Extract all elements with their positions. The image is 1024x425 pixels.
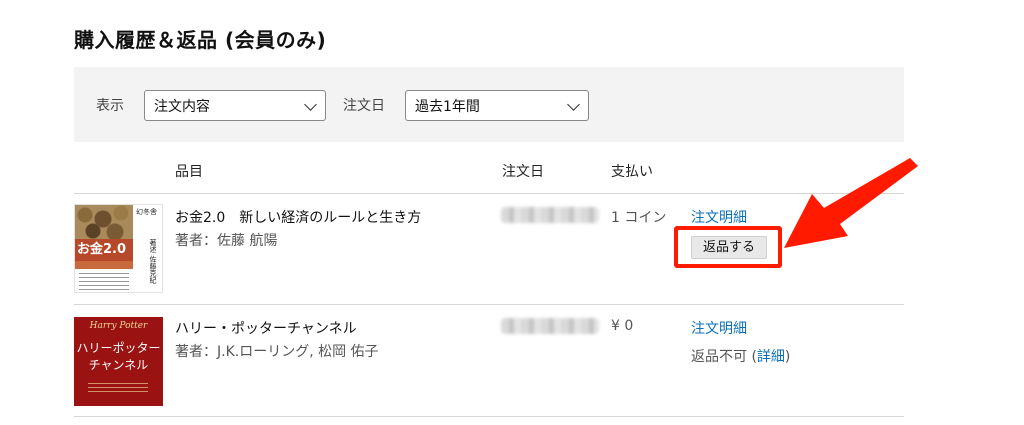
page-title: 購入履歴＆返品 (会員のみ) bbox=[74, 28, 327, 52]
book-cover-harry-potter[interactable]: Harry Potter ハリーポッター チャンネル bbox=[74, 317, 163, 406]
chevron-down-icon bbox=[304, 98, 317, 111]
order-detail-link[interactable]: 注文明細 bbox=[691, 318, 747, 338]
chevron-down-icon bbox=[567, 98, 580, 111]
cover-coins bbox=[75, 205, 133, 239]
return-status-close: ) bbox=[784, 349, 791, 365]
divider bbox=[74, 416, 904, 417]
order-date-redacted bbox=[501, 207, 599, 223]
item-author: 著者：佐藤 航陽 bbox=[175, 233, 278, 249]
header-item: 品目 bbox=[175, 164, 203, 180]
divider bbox=[74, 304, 904, 305]
cover-title-band: お金2.0 bbox=[75, 239, 133, 261]
header-order-date: 注文日 bbox=[502, 164, 544, 180]
cover-text-lines bbox=[79, 273, 129, 291]
cover-title-line1: ハリーポッター bbox=[76, 341, 161, 355]
cover-brand: Harry Potter bbox=[89, 321, 148, 331]
return-status-text: 返品不可 ( bbox=[691, 349, 757, 365]
annotation-arrow bbox=[784, 158, 918, 248]
item-author: 著者：J.K.ローリング, 松岡 佑子 bbox=[175, 344, 379, 360]
header-payment: 支払い bbox=[611, 164, 653, 180]
item-title[interactable]: お金2.0 新しい経済のルールと生き方 bbox=[175, 207, 421, 227]
date-filter-label: 注文日 bbox=[343, 98, 385, 114]
cover-publisher: 幻冬舎 bbox=[136, 208, 157, 216]
cover-bottom-text bbox=[88, 383, 148, 395]
date-filter-value: 過去1年間 bbox=[415, 99, 480, 115]
payment-amount: 1 コイン bbox=[611, 210, 667, 226]
cover-title-line2: チャンネル bbox=[88, 358, 149, 372]
display-filter-value: 注文内容 bbox=[154, 99, 210, 115]
filter-bar: 表示 注文内容 注文日 過去1年間 bbox=[74, 67, 904, 142]
order-detail-link[interactable]: 注文明細 bbox=[691, 207, 747, 227]
cover-subtitle-band bbox=[75, 261, 133, 269]
item-title[interactable]: ハリー・ポッターチャンネル bbox=[175, 318, 357, 338]
cover-spine-text: 著述 佐藤克紀 bbox=[149, 239, 157, 284]
date-filter-select[interactable]: 過去1年間 bbox=[405, 90, 589, 121]
display-filter-label: 表示 bbox=[96, 98, 124, 114]
annotation-arrow-shape bbox=[784, 158, 918, 248]
payment-amount: ¥ 0 bbox=[611, 318, 634, 334]
return-detail-link[interactable]: 詳細 bbox=[757, 349, 785, 365]
book-cover-okane[interactable]: お金2.0 幻冬舎 著述 佐藤克紀 bbox=[74, 204, 163, 293]
return-status: 返品不可 (詳細) bbox=[691, 346, 790, 366]
display-filter-select[interactable]: 注文内容 bbox=[144, 90, 326, 121]
order-date-redacted bbox=[501, 318, 599, 334]
